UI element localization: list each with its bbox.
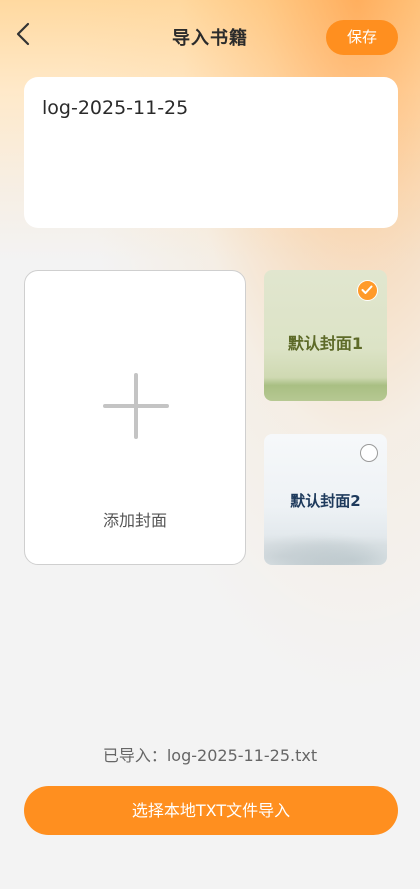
imported-file-status: 已导入：log-2025-11-25.txt: [102, 746, 318, 765]
book-title-input[interactable]: [42, 97, 372, 119]
cover-title: 默认封面1: [287, 334, 364, 353]
mountain-mist-decoration: [264, 531, 387, 565]
plus-icon: [103, 373, 169, 439]
book-title-card: [24, 77, 398, 228]
default-cover-2[interactable]: 默认封面2: [264, 434, 387, 565]
cover-title: 默认封面2: [290, 492, 361, 510]
radio-unselected-icon[interactable]: [360, 444, 378, 462]
add-cover-button[interactable]: 添加封面: [24, 270, 246, 565]
save-button[interactable]: 保存: [326, 20, 398, 55]
add-cover-label: 添加封面: [102, 511, 167, 530]
import-txt-button[interactable]: 选择本地TXT文件导入: [24, 786, 398, 835]
checkmark-selected-icon[interactable]: [357, 280, 378, 301]
default-cover-1[interactable]: 默认封面1: [264, 270, 387, 401]
import-book-page: 导入书籍 保存 添加封面 默认封面1 默认封面2 已导入：log-2025-11…: [0, 0, 420, 889]
